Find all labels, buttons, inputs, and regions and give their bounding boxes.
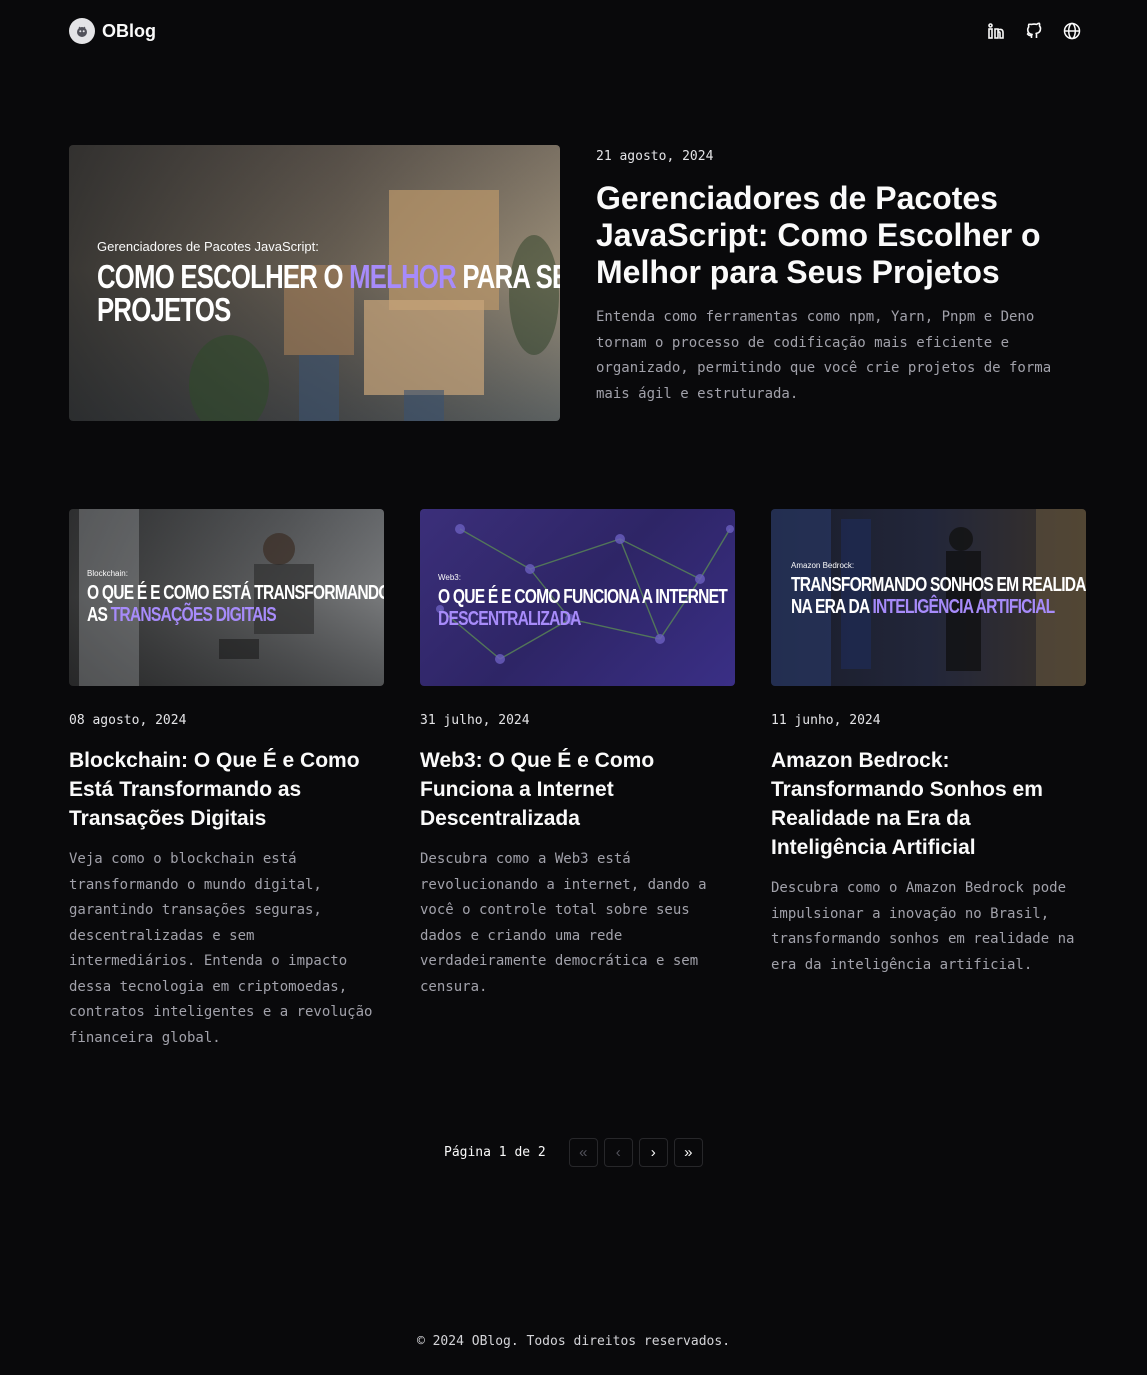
- post-title[interactable]: Amazon Bedrock: Transformando Sonhos em …: [771, 746, 1086, 862]
- linkedin-icon[interactable]: [985, 20, 1007, 42]
- post-excerpt: Veja como o blockchain está transformand…: [69, 851, 373, 1046]
- post-excerpt: Descubra como o Amazon Bedrock pode impu…: [771, 880, 1075, 973]
- pagination: Página 1 de 2 « ‹ › »: [444, 1137, 703, 1168]
- brand-name: OBlog: [102, 20, 156, 41]
- featured-post-excerpt: Entenda como ferramentas como npm, Yarn,…: [596, 309, 1052, 402]
- next-page-button[interactable]: ›: [638, 1138, 668, 1167]
- github-icon[interactable]: [1023, 20, 1045, 42]
- post-title[interactable]: Web3: O Que É e Como Funciona a Internet…: [420, 746, 735, 833]
- post-title[interactable]: Blockchain: O Que É e Como Está Transfor…: [69, 746, 384, 833]
- post-date: 21 agosto, 2024: [596, 149, 714, 164]
- post-date: 08 agosto, 2024: [69, 713, 187, 728]
- post-image-caption: Web3: O QUE É E COMO FUNCIONA A INTERNET…: [438, 573, 728, 630]
- post-date: 31 julho, 2024: [420, 713, 530, 728]
- featured-post[interactable]: Gerenciadores de Pacotes JavaScript: COM…: [69, 145, 1079, 425]
- post-card-image[interactable]: Web3: O QUE É E COMO FUNCIONA A INTERNET…: [420, 509, 735, 686]
- post-excerpt: Descubra como a Web3 está revolucionando…: [420, 851, 707, 995]
- social-links: [985, 20, 1083, 42]
- pagination-label: Página 1 de 2: [444, 1145, 546, 1160]
- logo-icon: [69, 18, 95, 44]
- post-date: 11 junho, 2024: [771, 713, 881, 728]
- first-page-button[interactable]: «: [568, 1138, 598, 1167]
- image-headline: COMO ESCOLHER O MELHOR PARA SEUS PROJETO…: [97, 258, 560, 328]
- post-card[interactable]: Web3: O QUE É E COMO FUNCIONA A INTERNET…: [420, 509, 735, 1000]
- post-image-caption: Blockchain: O QUE É E COMO ESTÁ TRANSFOR…: [87, 569, 384, 626]
- featured-post-image[interactable]: Gerenciadores de Pacotes JavaScript: COM…: [69, 145, 560, 421]
- featured-post-meta: 21 agosto, 2024 Gerenciadores de Pacotes…: [596, 145, 1076, 407]
- site-header: OBlog: [0, 0, 1147, 62]
- globe-icon[interactable]: [1061, 20, 1083, 42]
- copyright-text: © 2024 OBlog. Todos direitos reservados.: [416, 1334, 731, 1349]
- featured-image-caption: Gerenciadores de Pacotes JavaScript: COM…: [97, 239, 560, 328]
- last-page-button[interactable]: »: [673, 1138, 703, 1167]
- featured-post-title[interactable]: Gerenciadores de Pacotes JavaScript: Com…: [596, 180, 1076, 291]
- site-footer: © 2024 OBlog. Todos direitos reservados.: [0, 1334, 1147, 1349]
- post-image-caption: Amazon Bedrock: TRANSFORMANDO SONHOS EM …: [791, 561, 1086, 618]
- post-card-image[interactable]: Amazon Bedrock: TRANSFORMANDO SONHOS EM …: [771, 509, 1086, 686]
- image-kicker: Gerenciadores de Pacotes JavaScript:: [97, 239, 319, 254]
- previous-page-button[interactable]: ‹: [603, 1138, 633, 1167]
- post-card[interactable]: Blockchain: O QUE É E COMO ESTÁ TRANSFOR…: [69, 509, 384, 1051]
- post-card[interactable]: Amazon Bedrock: TRANSFORMANDO SONHOS EM …: [771, 509, 1086, 978]
- post-card-image[interactable]: Blockchain: O QUE É E COMO ESTÁ TRANSFOR…: [69, 509, 384, 686]
- brand-link[interactable]: OBlog: [69, 18, 156, 44]
